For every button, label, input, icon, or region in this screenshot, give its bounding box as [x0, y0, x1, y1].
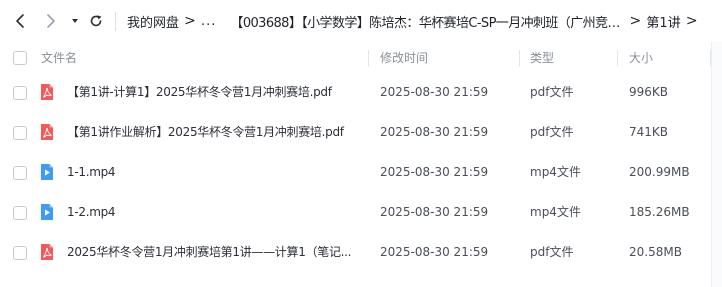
chevron-left-icon — [16, 14, 24, 28]
breadcrumb-separator: > — [184, 13, 196, 29]
row-checkbox[interactable] — [13, 206, 27, 220]
pdf-file-icon — [39, 83, 55, 101]
table-row[interactable]: 【第1讲作业解析】2025华杯冬令营1月冲刺赛培.pdf 2025-08-30 … — [0, 112, 722, 152]
file-name[interactable]: 1-1.mp4 — [67, 152, 359, 192]
row-checkbox[interactable] — [13, 86, 27, 100]
file-type: mp4文件 — [530, 165, 581, 179]
forward-button[interactable] — [42, 12, 60, 30]
row-checkbox[interactable] — [13, 126, 27, 140]
file-name[interactable]: 【第1讲-计算1】2025华杯冬令营1月冲刺赛培.pdf — [67, 72, 359, 112]
file-name[interactable]: 1-2.mp4 — [67, 192, 359, 232]
breadcrumb-item-collapsed[interactable]: ... — [201, 14, 216, 29]
file-size: 996KB — [629, 85, 669, 99]
history-dropdown-button[interactable] — [66, 12, 84, 30]
caret-down-icon — [72, 19, 78, 23]
breadcrumb-item-current[interactable]: 第1讲 — [646, 12, 680, 31]
file-type: mp4文件 — [530, 205, 581, 219]
file-type: pdf文件 — [530, 125, 574, 139]
file-modified-time: 2025-08-30 21:59 — [380, 165, 489, 179]
table-row[interactable]: 2025华杯冬令营1月冲刺赛培第1讲——计算1（笔记... 2025-08-30… — [0, 232, 722, 272]
file-modified-time: 2025-08-30 21:59 — [380, 85, 489, 99]
column-header-modified[interactable]: 修改时间 — [380, 42, 428, 74]
column-header-name[interactable]: 文件名 — [41, 42, 77, 74]
vertical-scrollbar[interactable] — [711, 42, 722, 287]
column-divider[interactable] — [519, 50, 520, 66]
file-browser-window: 我的网盘 > ... 【003688】【小学数学】陈培杰：华杯赛培C-SP一月冲… — [0, 0, 722, 287]
file-name[interactable]: 2025华杯冬令营1月冲刺赛培第1讲——计算1（笔记... — [67, 232, 359, 272]
breadcrumb-item-root[interactable]: 我的网盘 — [127, 12, 179, 31]
breadcrumb-item-course-folder[interactable]: 【003688】【小学数学】陈培杰：华杯赛培C-SP一月冲刺班（广州竞赛... — [230, 12, 624, 31]
file-size: 185.26MB — [629, 205, 690, 219]
breadcrumb-separator: > — [629, 13, 642, 29]
column-divider[interactable] — [617, 50, 618, 66]
breadcrumb: 我的网盘 > ... 【003688】【小学数学】陈培杰：华杯赛培C-SP一月冲… — [127, 0, 703, 42]
pdf-file-icon — [39, 243, 55, 261]
chevron-right-icon — [47, 14, 55, 28]
video-file-icon — [39, 163, 55, 181]
column-divider[interactable] — [368, 50, 369, 66]
row-checkbox[interactable] — [13, 166, 27, 180]
select-all-checkbox[interactable] — [13, 51, 27, 65]
toolbar-divider — [115, 12, 116, 31]
refresh-icon — [90, 15, 102, 27]
table-row[interactable]: 1-1.mp4 2025-08-30 21:59 mp4文件 200.99MB — [0, 152, 722, 192]
file-name[interactable]: 【第1讲作业解析】2025华杯冬令营1月冲刺赛培.pdf — [67, 112, 359, 152]
file-modified-time: 2025-08-30 21:59 — [380, 125, 489, 139]
file-type: pdf文件 — [530, 245, 574, 259]
column-header-type[interactable]: 类型 — [530, 42, 554, 74]
toolbar: 我的网盘 > ... 【003688】【小学数学】陈培杰：华杯赛培C-SP一月冲… — [0, 0, 722, 42]
table-row[interactable]: 1-2.mp4 2025-08-30 21:59 mp4文件 185.26MB — [0, 192, 722, 232]
refresh-button[interactable] — [87, 12, 105, 30]
file-modified-time: 2025-08-30 21:59 — [380, 245, 489, 259]
table-row[interactable]: 【第1讲-计算1】2025华杯冬令营1月冲刺赛培.pdf 2025-08-30 … — [0, 72, 722, 112]
file-type: pdf文件 — [530, 85, 574, 99]
file-modified-time: 2025-08-30 21:59 — [380, 205, 489, 219]
table-header: 文件名 修改时间 类型 大小 — [0, 42, 722, 74]
row-checkbox[interactable] — [13, 246, 27, 260]
file-size: 20.58MB — [629, 245, 682, 259]
video-file-icon — [39, 203, 55, 221]
column-header-size[interactable]: 大小 — [629, 42, 653, 74]
file-size: 741KB — [629, 125, 669, 139]
file-size: 200.99MB — [629, 165, 690, 179]
breadcrumb-separator: > — [685, 13, 698, 29]
pdf-file-icon — [39, 123, 55, 141]
back-button[interactable] — [11, 12, 29, 30]
